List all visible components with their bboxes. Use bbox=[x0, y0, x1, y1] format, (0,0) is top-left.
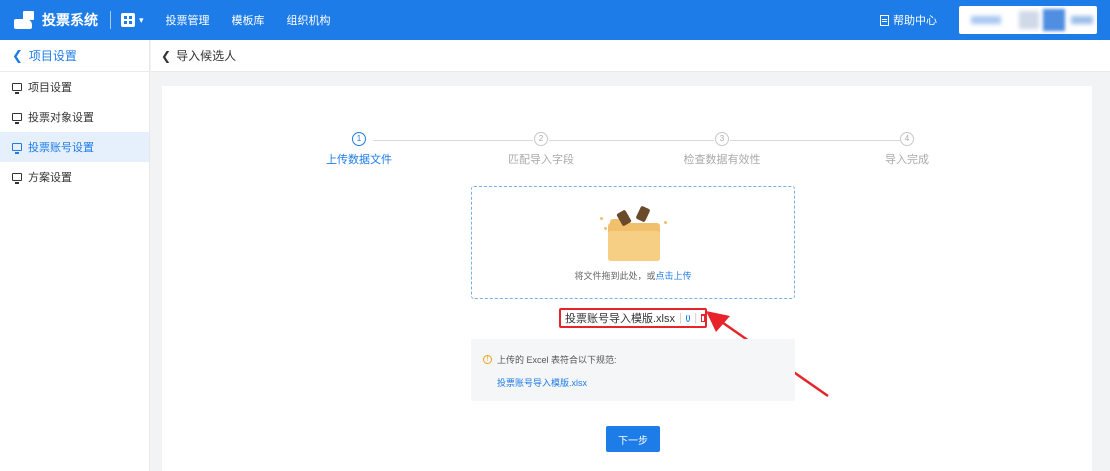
app-switcher[interactable]: ▾ bbox=[121, 13, 144, 27]
sidebar-item-label: 方案设置 bbox=[28, 172, 72, 184]
step-label: 检查数据有效性 bbox=[683, 154, 761, 166]
redacted-block bbox=[1019, 11, 1039, 29]
help-center-link[interactable]: 帮助中心 bbox=[880, 0, 937, 40]
rules-title-text: 上传的 Excel 表符合以下规范: bbox=[497, 355, 617, 365]
sidebar-item-label: 项目设置 bbox=[28, 82, 72, 94]
brand[interactable]: 投票系统 bbox=[0, 0, 98, 40]
uploaded-file-name: 投票账号导入模版.xlsx bbox=[565, 313, 675, 325]
monitor-icon bbox=[12, 113, 22, 124]
monitor-icon bbox=[12, 173, 22, 184]
divider: | bbox=[694, 312, 698, 324]
chevron-left-icon: ❮ bbox=[12, 47, 23, 63]
chevron-left-icon: ❮ bbox=[161, 48, 172, 63]
help-center-label: 帮助中心 bbox=[893, 15, 937, 27]
folder-icon bbox=[600, 205, 667, 261]
step-upload-file: 1 上传数据文件 bbox=[304, 132, 414, 167]
sidebar-item-project-settings[interactable]: 项目设置 bbox=[0, 72, 149, 102]
upload-rules: ! 上传的 Excel 表符合以下规范: 投票账号导入模版.xlsx bbox=[471, 339, 795, 401]
step-label: 导入完成 bbox=[885, 154, 929, 166]
top-nav: 投票管理 模板库 组织机构 bbox=[166, 12, 353, 28]
document-icon bbox=[880, 14, 889, 26]
upload-dropzone[interactable]: 将文件拖到此处，或点击上传 bbox=[471, 186, 795, 299]
sidebar-item-vote-target-settings[interactable]: 投票对象设置 bbox=[0, 102, 149, 132]
sidebar: ❮ 项目设置 项目设置 投票对象设置 投票账号设置 方案设置 bbox=[0, 40, 150, 471]
import-card: 1 上传数据文件 2 匹配导入字段 3 检查数据有效性 4 导入完成 将文件拖到… bbox=[162, 86, 1092, 471]
redacted-block bbox=[971, 16, 1001, 24]
step-match-fields: 2 匹配导入字段 bbox=[486, 132, 596, 167]
page-title: 导入候选人 bbox=[176, 49, 237, 63]
nav-organization[interactable]: 组织机构 bbox=[287, 12, 331, 28]
sidebar-back-link[interactable]: ❮ 项目设置 bbox=[0, 40, 149, 72]
uploaded-file-row: 投票账号导入模版.xlsx | | bbox=[559, 308, 707, 328]
step-import-complete: 4 导入完成 bbox=[852, 132, 962, 167]
sidebar-item-vote-account-settings[interactable]: 投票账号设置 bbox=[0, 132, 149, 162]
sidebar-item-label: 投票账号设置 bbox=[28, 142, 94, 154]
top-bar: 投票系统 ▾ 投票管理 模板库 组织机构 帮助中心 bbox=[0, 0, 1110, 40]
sidebar-item-label: 投票对象设置 bbox=[28, 112, 94, 124]
avatar bbox=[1043, 9, 1065, 31]
monitor-icon bbox=[12, 143, 22, 154]
upload-hint-text: 将文件拖到此处，或 bbox=[574, 271, 656, 281]
step-number: 1 bbox=[352, 132, 366, 146]
sidebar-item-plan-settings[interactable]: 方案设置 bbox=[0, 162, 149, 192]
upload-hint: 将文件拖到此处，或点击上传 bbox=[472, 269, 794, 282]
monitor-icon bbox=[12, 83, 22, 94]
step-number: 2 bbox=[534, 132, 548, 146]
click-upload-link[interactable]: 点击上传 bbox=[656, 271, 692, 281]
brand-title: 投票系统 bbox=[42, 12, 98, 28]
vote-logo-icon bbox=[14, 11, 36, 29]
step-label: 上传数据文件 bbox=[326, 154, 392, 166]
next-step-button[interactable]: 下一步 bbox=[606, 426, 660, 452]
template-download-link[interactable]: 投票账号导入模版.xlsx bbox=[497, 376, 587, 389]
step-check-validity: 3 检查数据有效性 bbox=[667, 132, 777, 167]
reload-icon[interactable] bbox=[685, 314, 691, 322]
sidebar-back-label: 项目设置 bbox=[28, 49, 77, 63]
nav-template-library[interactable]: 模板库 bbox=[232, 12, 265, 28]
rules-title: ! 上传的 Excel 表符合以下规范: bbox=[483, 353, 617, 366]
step-label: 匹配导入字段 bbox=[508, 154, 574, 166]
step-number: 3 bbox=[715, 132, 729, 146]
warning-icon: ! bbox=[483, 355, 492, 364]
brand-divider bbox=[110, 11, 111, 29]
app-grid-icon bbox=[121, 13, 135, 27]
caret-down-icon: ▾ bbox=[139, 14, 144, 25]
redacted-block bbox=[1071, 16, 1093, 24]
user-info[interactable] bbox=[959, 6, 1097, 34]
page-back-link[interactable]: ❮ 导入候选人 bbox=[151, 40, 1110, 72]
step-number: 4 bbox=[900, 132, 914, 146]
divider: | bbox=[679, 312, 682, 324]
nav-vote-management[interactable]: 投票管理 bbox=[166, 12, 210, 28]
